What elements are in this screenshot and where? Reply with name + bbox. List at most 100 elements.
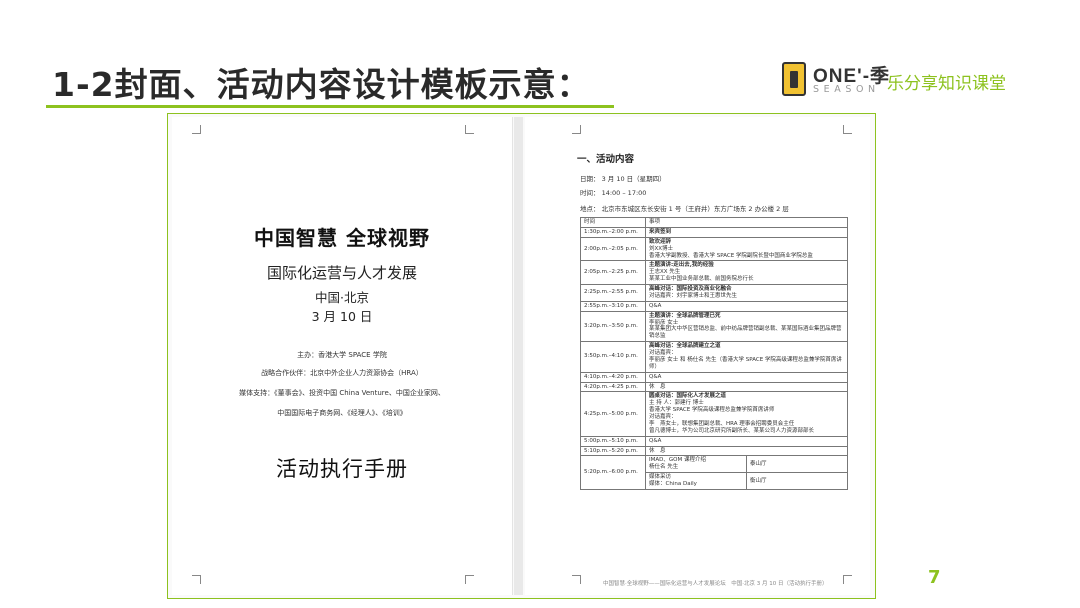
brand-logo: ONE'-季 SEASON 乐分享知识课堂 [782, 60, 1042, 100]
page-gutter [514, 117, 523, 595]
row-item: 主题演讲:走出去,我的经验 王志XX 先生 某某工业中国业务部总裁、前国务院总行长 [645, 260, 848, 285]
row-item: 圆桌对话：国际化人才发展之道主 持 人：郭建行 博士 香港大学 SPACE 学院高… [645, 391, 848, 437]
session-detail: 曾凡德博士，华为公司北京研究所副所长、某某公司人力资源部部长 [649, 427, 815, 434]
agenda-heading: 一、活动内容 [577, 154, 635, 165]
agenda-table: 时间 事项 1:30p.m.–2:00 p.m. 来宾签到 2:00p.m.–2:0… [580, 217, 848, 490]
session-title: 高峰对话：全球品牌建立之道 [649, 343, 721, 350]
table-row: 5:20p.m.–6:00 p.m. IMAD、GOM 课程介绍 杨仕名 先生 泰山厅 [580, 455, 848, 490]
row-time: 3:50p.m.–4:10 p.m. [580, 341, 646, 373]
agenda-header-row: 时间 事项 [580, 217, 848, 228]
row-time: 4:20p.m.–4:25 p.m. [580, 381, 646, 393]
session-detail: 刘XX博士 [649, 245, 674, 252]
row-time: 5:10p.m.–5:20 p.m. [580, 445, 646, 457]
table-row: 1:30p.m.–2:00 p.m. 来宾签到 [580, 226, 848, 238]
row-time: 1:30p.m.–2:00 p.m. [580, 226, 646, 238]
table-row: 4:10p.m.–4:20 p.m. Q&A [580, 371, 848, 383]
row-item: 休 息 [645, 381, 848, 393]
row-time: 2:25p.m.–2:55 p.m. [580, 284, 646, 302]
cover-date: 3 月 10 日 [311, 309, 373, 324]
session-detail: Q&A [649, 437, 662, 444]
crop-mark [465, 575, 474, 584]
row-time: 4:10p.m.–4:20 p.m. [580, 371, 646, 383]
session-detail: 媒体采访 [649, 474, 672, 481]
row-venue: 泰山厅 [746, 455, 848, 474]
table-row: 5:10p.m.–5:20 p.m. 休 息 [580, 445, 848, 457]
brand-mark-icon [782, 62, 806, 96]
cover-media: 媒体支持：《董事会》、投资中国 China Venture、中国企业家网、 [239, 389, 445, 397]
row-venue: 衡山厅 [746, 472, 848, 490]
row-time: 4:25p.m.–5:00 p.m. [580, 391, 646, 437]
session-detail: 媒体：China Daily [649, 481, 697, 487]
row-item: 致欢迎辞 刘XX博士 香港大学副教授、香港大学 SPACE 学院副院长暨中国商业学院… [645, 236, 848, 262]
row-item: 媒体采访 媒体：China Daily [645, 472, 747, 490]
session-detail: 李丽彦 女士 和 杨仕名 先生（香港大学 SPACE 学院高级课程总监兼学院首席… [649, 356, 842, 370]
row-time: 2:05p.m.–2:25 p.m. [580, 260, 646, 285]
header-time: 时间 [580, 217, 646, 228]
session-detail: 香港大学副教授、香港大学 SPACE 学院副院长暨中国商业学院总监 [649, 252, 813, 259]
crop-mark [843, 575, 852, 584]
row-item: 休 息 [645, 445, 848, 457]
session-title: 高峰对话：国际投资及商业化融合 [649, 286, 732, 292]
row-item: 高峰对话：全球品牌建立之道 对话嘉宾： 李丽彦 女士 和 杨仕名 先生（香港大学 S… [645, 341, 848, 373]
event-time-line: 时间： 14:00 – 17:00 [580, 189, 647, 197]
row-item: 主题演讲：全球品牌管理已死 李丽彦 女士 某某集团大中华区营销总监、前中纺品牌营销副… [645, 310, 848, 343]
crop-mark [843, 125, 852, 134]
session-detail: 休 息 [649, 383, 666, 390]
table-row: 2:25p.m.–2:55 p.m. 高峰对话：国际投资及商业化融合 对话嘉宾：刘宇… [580, 284, 848, 302]
row-time: 5:20p.m.–6:00 p.m. [580, 455, 646, 490]
agenda-page: 一、活动内容 日期： 3 月 10 日（星期四） 时间： 14:00 – 17:… [525, 117, 870, 595]
session-detail: 李 燕女士，联想集团副总裁、HRA 理事会招聘委员会主任 [649, 420, 795, 427]
crop-mark [465, 125, 474, 134]
row-item: 高峰对话：国际投资及商业化融合 对话嘉宾：刘宇家博士和王惠世先生 [645, 284, 848, 302]
row-time: 2:00p.m.–2:05 p.m. [580, 236, 646, 262]
session-detail: 香港大学 SPACE 学院高级课程总监兼学院首席讲师 [649, 407, 775, 414]
row-item: Q&A [645, 435, 848, 447]
row-time: 5:00p.m.–5:10 p.m. [580, 435, 646, 447]
cover-partner: 战略合作伙伴：北京中外企业人力资源协会（HRA） [261, 369, 423, 377]
title-underline [46, 105, 614, 108]
session-title: 来宾签到 [649, 228, 672, 235]
crop-mark [192, 575, 201, 584]
slide-number: 7 [928, 567, 941, 588]
crop-mark [572, 575, 581, 584]
cover-city: 中国·北京 [315, 290, 369, 305]
row-item: IMAD、GOM 课程介绍 杨仕名 先生 [645, 455, 747, 474]
logo-slogan: 乐分享知识课堂 [887, 74, 1006, 94]
session-detail: 某某集团大中华区营销总监、前中纺品牌营销副总裁、某某国际酒业集团品牌营销总监 [649, 326, 842, 340]
cover-main-title: 中国智慧 全球视野 [254, 226, 430, 250]
table-row: 3:20p.m.–3:50 p.m. 主题演讲：全球品牌管理已死 李丽彦 女士 某某集… [580, 310, 848, 343]
table-row: 4:25p.m.–5:00 p.m. 圆桌对话：国际化人才发展之道主 持 人：郭建… [580, 391, 848, 437]
session-detail: 某某工业中国业务部总裁、前国务院总行长 [649, 276, 754, 283]
session-detail: Q&A [649, 373, 662, 380]
header-item: 事项 [645, 217, 848, 228]
session-detail: 对话嘉宾： [649, 414, 677, 420]
cover-subtitle: 国际化运营与人才发展 [266, 264, 417, 282]
session-detail: Q&A [649, 302, 662, 309]
table-row: 4:20p.m.–4:25 p.m. 休 息 [580, 381, 848, 393]
table-row: 3:50p.m.–4:10 p.m. 高峰对话：全球品牌建立之道 对话嘉宾： 李丽彦 … [580, 341, 848, 373]
page-footer: 中国智慧·全球视野——国际化运营与人才发展论坛 中国·北京 3 月 10 日（活… [603, 581, 828, 587]
table-row: 2:00p.m.–2:05 p.m. 致欢迎辞 刘XX博士 香港大学副教授、香港大学 … [580, 236, 848, 262]
event-date-line: 日期： 3 月 10 日（星期四） [580, 175, 666, 183]
session-detail: 休 息 [649, 447, 666, 454]
session-title: 主题演讲：全球品牌管理已死 [649, 312, 721, 319]
session-detail: 杨仕名 先生 [649, 464, 679, 471]
table-row: 2:05p.m.–2:25 p.m. 主题演讲:走出去,我的经验 王志XX 先生 某某… [580, 260, 848, 285]
row-item: Q&A [645, 300, 848, 312]
table-row: 5:00p.m.–5:10 p.m. Q&A [580, 435, 848, 447]
cover-manual-title: 活动执行手册 [276, 457, 408, 481]
cover-media-continued: 中国国际电子商务网、《经理人》、《培训》 [277, 409, 407, 417]
table-row: 2:55p.m.–3:10 p.m. Q&A [580, 300, 848, 312]
slide-title: 1-2封面、活动内容设计模板示意： [52, 65, 591, 104]
crop-mark [572, 125, 581, 134]
session-detail: 对话嘉宾： [649, 350, 677, 356]
cover-page: 中国智慧 全球视野 国际化运营与人才发展 中国·北京 3 月 10 日 主办：香… [172, 117, 513, 595]
row-time: 3:20p.m.–3:50 p.m. [580, 310, 646, 343]
cover-host: 主办：香港大学 SPACE 学院 [297, 351, 387, 359]
session-title: 致欢迎辞 [649, 238, 672, 245]
row-item: 来宾签到 [645, 226, 848, 238]
crop-mark [192, 125, 201, 134]
row-time: 2:55p.m.–3:10 p.m. [580, 300, 646, 312]
event-location-line: 地点： 北京市东城区东长安街 1 号（王府井）东方广场东 2 办公楼 2 层 [580, 205, 789, 213]
session-detail: 对话嘉宾：刘宇家博士和王惠世先生 [649, 292, 738, 299]
